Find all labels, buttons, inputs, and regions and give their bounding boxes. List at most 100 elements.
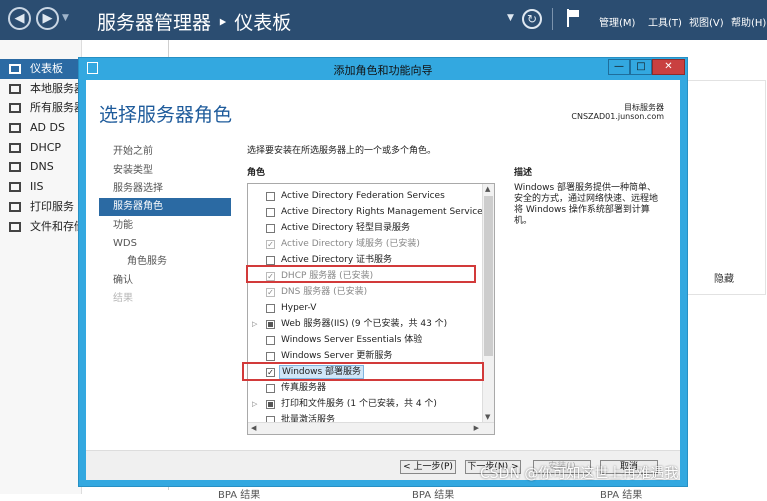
sidebar-item-ad-ds[interactable]: AD DS: [0, 118, 82, 138]
previous-button[interactable]: < 上一步(P): [400, 460, 456, 474]
checkbox[interactable]: [266, 192, 275, 201]
sidebar-item-dns[interactable]: DNS: [0, 157, 82, 177]
watermark: CSDN @你可知这世上再难遇我: [480, 466, 679, 482]
expand-icon[interactable]: ▷: [252, 316, 257, 332]
sidebar-item-label: 文件和存储服务: [30, 220, 82, 233]
sidebar: 仪表板 本地服务器 所有服务器 AD DS DHCP DNS IIS 打印服务 …: [0, 40, 82, 494]
scroll-left-icon[interactable]: ◀: [251, 424, 256, 432]
role-item-adfs[interactable]: Active Directory Federation Services: [248, 188, 483, 204]
sidebar-item-iis[interactable]: IIS: [0, 177, 82, 197]
role-item-hyper-v[interactable]: Hyper-V: [248, 300, 483, 316]
chevron-down-icon[interactable]: ▼: [507, 13, 514, 23]
sidebar-item-print-services[interactable]: 打印服务: [0, 197, 82, 217]
hide-link[interactable]: 隐藏: [714, 270, 734, 285]
step-wds[interactable]: WDS: [99, 235, 231, 253]
checkbox[interactable]: [266, 400, 275, 409]
description-heading: 描述: [514, 168, 533, 178]
dashboard-icon: [9, 64, 21, 74]
role-label: 传真服务器: [281, 383, 327, 393]
checkbox[interactable]: [266, 336, 275, 345]
roles-heading: 角色: [247, 168, 266, 178]
role-label: 打印和文件服务 (1 个已安装，共 4 个): [281, 399, 437, 409]
target-server-name: CNSZAD01.junson.com: [571, 112, 664, 121]
role-label: Web 服务器(IIS) (9 个已安装，共 43 个): [281, 319, 448, 329]
ad-ds-icon: [9, 123, 21, 133]
step-confirmation[interactable]: 确认: [99, 272, 231, 290]
step-before-you-begin[interactable]: 开始之前: [99, 143, 231, 161]
window-title: 添加角色和功能向导: [333, 64, 433, 77]
checkbox[interactable]: [266, 208, 275, 217]
flag-icon[interactable]: [565, 9, 581, 27]
description-text: Windows 部署服务提供一种简单、安全的方式，通过网络快速、远程地将 Win…: [514, 183, 659, 226]
role-label: DNS 服务器 (已安装): [281, 287, 368, 297]
role-item-adlds[interactable]: Active Directory 轻型目录服务: [248, 220, 483, 236]
back-arrow-icon[interactable]: ◀: [8, 7, 31, 30]
roles-list: Active Directory Federation Services Act…: [247, 183, 495, 435]
highlight-box-dhcp: [246, 265, 476, 283]
step-results: 结果: [113, 293, 133, 304]
horizontal-scrollbar[interactable]: ◀ ▶: [248, 422, 494, 434]
scroll-down-icon[interactable]: ▼: [485, 413, 490, 421]
dhcp-icon: [9, 143, 21, 153]
role-label: Windows Server Essentials 体验: [281, 335, 423, 345]
role-item-adrms[interactable]: Active Directory Rights Management Servi…: [248, 204, 487, 220]
scroll-right-icon[interactable]: ▶: [474, 424, 479, 432]
sidebar-item-label: DNS: [30, 160, 54, 173]
scroll-up-icon[interactable]: ▲: [485, 185, 490, 193]
checkbox[interactable]: [266, 352, 275, 361]
sidebar-item-dashboard[interactable]: 仪表板: [0, 59, 82, 79]
step-features[interactable]: 功能: [99, 217, 231, 235]
sidebar-item-all-servers[interactable]: 所有服务器: [0, 98, 82, 118]
sidebar-item-label: DHCP: [30, 141, 62, 154]
role-item-print-file[interactable]: ▷ 打印和文件服务 (1 个已安装，共 4 个): [248, 396, 483, 412]
role-label: Hyper-V: [281, 303, 317, 313]
sidebar-item-label: 所有服务器: [30, 101, 82, 114]
sidebar-item-local-server[interactable]: 本地服务器: [0, 79, 82, 99]
sidebar-item-label: 打印服务: [30, 200, 74, 213]
checkbox[interactable]: [266, 320, 275, 329]
menu-view[interactable]: 视图(V): [689, 14, 724, 29]
role-label: Active Directory 轻型目录服务: [281, 223, 411, 233]
printer-icon: [9, 202, 21, 212]
checkbox: ✓: [266, 240, 275, 249]
refresh-icon[interactable]: ↻: [522, 9, 542, 29]
maximize-button[interactable]: □: [630, 59, 652, 75]
checkbox: ✓: [266, 288, 275, 297]
role-item-fax[interactable]: 传真服务器: [248, 380, 483, 396]
sidebar-item-file-storage[interactable]: 文件和存储服务: [0, 217, 82, 237]
scroll-thumb[interactable]: [484, 196, 493, 356]
step-server-roles[interactable]: 服务器角色: [99, 198, 231, 216]
checkbox[interactable]: [266, 304, 275, 313]
vertical-scrollbar[interactable]: ▲ ▼: [482, 184, 494, 422]
step-installation-type[interactable]: 安装类型: [99, 162, 231, 180]
role-label: Active Directory 域服务 (已安装): [281, 239, 420, 249]
sidebar-item-label: 仪表板: [30, 62, 63, 75]
step-server-selection[interactable]: 服务器选择: [99, 180, 231, 198]
role-item-iis[interactable]: ▷ Web 服务器(IIS) (9 个已安装，共 43 个): [248, 316, 483, 332]
checkbox[interactable]: [266, 256, 275, 265]
menu-help[interactable]: 帮助(H): [731, 14, 766, 29]
page-title: 服务器管理器 ‣ 仪表板: [97, 12, 292, 34]
checkbox[interactable]: [266, 224, 275, 233]
sidebar-item-label: IIS: [30, 180, 44, 193]
window-titlebar[interactable]: 添加角色和功能向导 — □ ✕: [79, 58, 687, 79]
sidebar-item-label: AD DS: [30, 121, 65, 134]
step-role-services[interactable]: 角色服务: [99, 253, 231, 271]
forward-arrow-icon[interactable]: ▶: [36, 7, 59, 30]
server-icon: [9, 84, 21, 94]
highlight-box-wds: [242, 362, 484, 381]
sidebar-item-dhcp[interactable]: DHCP: [0, 138, 82, 158]
expand-icon[interactable]: ▷: [252, 396, 257, 412]
role-item-adds: ✓ Active Directory 域服务 (已安装): [248, 236, 483, 252]
close-button[interactable]: ✕: [652, 59, 685, 75]
minimize-button[interactable]: —: [608, 59, 630, 75]
checkbox[interactable]: [266, 384, 275, 393]
role-item-essentials[interactable]: Windows Server Essentials 体验: [248, 332, 483, 348]
file-storage-icon: [9, 222, 21, 232]
menu-manage[interactable]: 管理(M): [599, 14, 635, 29]
iis-icon: [9, 182, 21, 192]
role-item-dns: ✓ DNS 服务器 (已安装): [248, 284, 483, 300]
history-dropdown-icon[interactable]: ▼: [62, 13, 69, 23]
role-label: Active Directory Rights Management Servi…: [281, 207, 488, 217]
menu-tools[interactable]: 工具(T): [648, 14, 682, 29]
